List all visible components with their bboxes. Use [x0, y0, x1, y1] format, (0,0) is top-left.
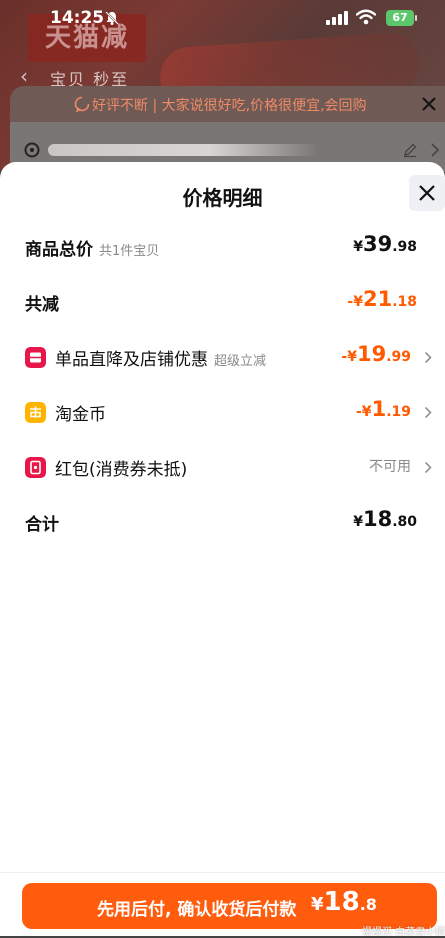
row-label: 淘金币	[55, 405, 106, 425]
row-label: 单品直降及店铺优惠 超级立减	[55, 350, 267, 370]
row-label: 共减	[25, 295, 59, 315]
row-red-packet[interactable]: 红包(消费券未抵) 不可用	[0, 452, 445, 482]
chevron-right-icon	[424, 351, 432, 364]
row-value: -¥1.19	[356, 397, 411, 421]
wifi-icon	[356, 9, 376, 25]
row-label: 商品总价 共1件宝贝	[25, 240, 160, 260]
row-taojinbi[interactable]: 淘金币 -¥1.19	[0, 397, 445, 427]
location-icon	[24, 142, 40, 158]
chevron-right-icon	[424, 461, 432, 474]
status-bar: 14:25 67	[0, 0, 445, 38]
row-total-price: 商品总价 共1件宝贝 ¥39.98	[0, 232, 445, 262]
coin-icon	[25, 402, 46, 423]
status-time: 14:25	[50, 8, 105, 28]
pay-button-label: 先用后付, 确认收货后付款	[97, 900, 297, 920]
pay-button-price: ¥18.8	[311, 887, 377, 917]
close-icon[interactable]	[420, 95, 438, 113]
row-status: 不可用	[369, 459, 411, 475]
row-subtotal: 合计 ¥18.80	[0, 507, 445, 537]
row-sublabel: 共1件宝贝	[99, 244, 160, 259]
chevron-right-icon	[431, 143, 440, 157]
battery-icon: 67	[386, 10, 414, 26]
close-button[interactable]	[409, 175, 445, 211]
red-packet-icon	[25, 457, 46, 478]
row-value: -¥21.18	[347, 287, 417, 311]
back-icon[interactable]: ‹	[20, 64, 28, 88]
row-store-discount[interactable]: 单品直降及店铺优惠 超级立减 -¥19.99	[0, 342, 445, 372]
row-total-discount: 共减 -¥21.18	[0, 287, 445, 317]
price-detail-sheet: 价格明细 商品总价 共1件宝贝 ¥39.98 共减 -¥21.18 单品直降及店铺…	[0, 162, 445, 935]
bottom-bar: 先用后付, 确认收货后付款 ¥18.8 慢慢买·白菜君小锅	[0, 872, 445, 938]
coupon-icon	[25, 347, 46, 368]
notice-banner[interactable]: 好评不断 | 大家说很好吃,价格很便宜,会回购	[10, 86, 445, 122]
chevron-right-icon	[424, 406, 432, 419]
row-label: 合计	[25, 515, 59, 535]
edit-icon[interactable]	[402, 142, 418, 158]
row-value: ¥18.80	[353, 507, 417, 531]
row-value: -¥19.99	[341, 342, 411, 366]
row-label: 红包(消费券未抵)	[55, 460, 188, 480]
mute-icon	[105, 11, 119, 25]
row-value: ¥39.98	[353, 232, 417, 256]
close-icon	[419, 185, 435, 201]
signal-icon	[326, 11, 348, 25]
pay-later-button[interactable]: 先用后付, 确认收货后付款 ¥18.8 慢慢买·白菜君小锅	[22, 883, 445, 938]
row-sublabel: 超级立减	[214, 354, 267, 369]
sheet-title: 价格明细	[182, 186, 263, 210]
notice-text: 好评不断 | 大家说很好吃,价格很便宜,会回购	[92, 98, 367, 114]
notice-icon	[74, 96, 90, 112]
watermark: 慢慢买·白菜君小锅	[362, 927, 445, 938]
battery-cap	[415, 15, 417, 21]
address-blurred	[48, 144, 318, 156]
